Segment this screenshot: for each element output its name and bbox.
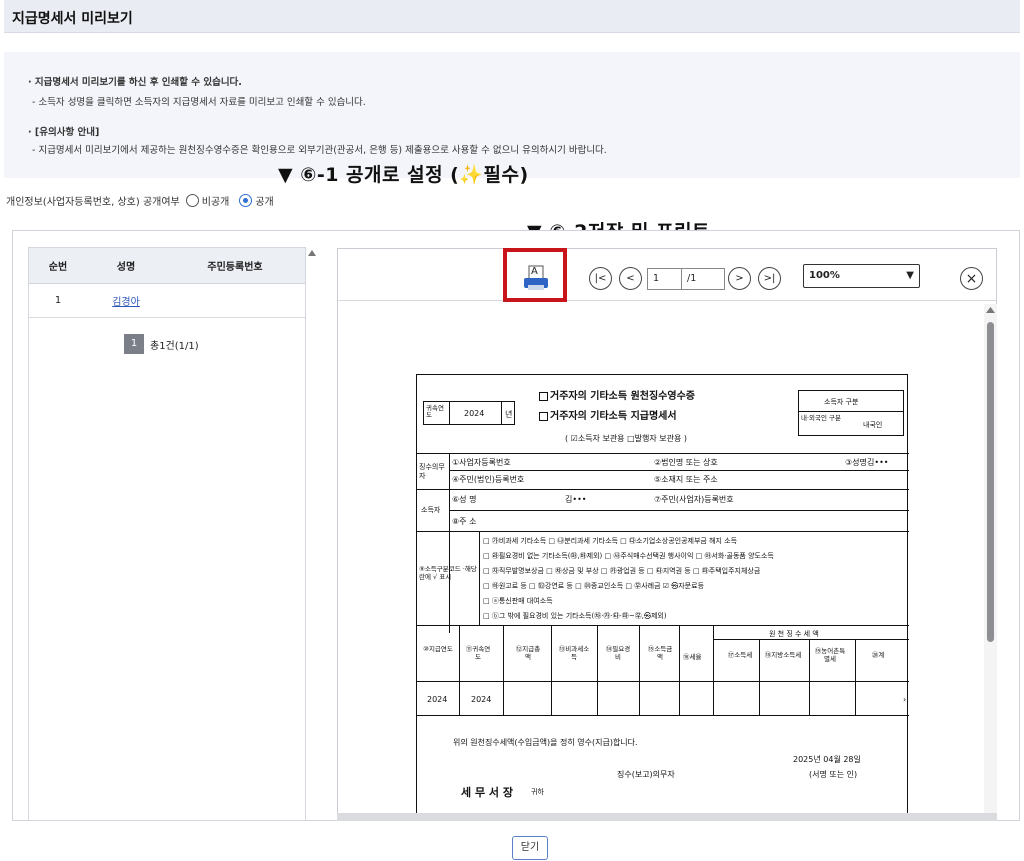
prev-page-button[interactable]: <	[619, 267, 642, 290]
page-input[interactable]: 1	[647, 268, 682, 290]
table-row[interactable]: 1 김경아	[29, 284, 305, 318]
form-title-2: 거주자의 기타소득 지급명세서	[550, 411, 677, 422]
col-header: ⑫지급총액	[515, 645, 541, 661]
close-viewer-button[interactable]: ×	[960, 267, 983, 290]
radio-private-label[interactable]: 비공개	[202, 193, 230, 208]
table-header: 순번 성명 주민등록번호	[29, 248, 305, 284]
cell-no: 1	[54, 295, 62, 306]
col-header: ⑩지급연도	[423, 645, 453, 653]
recipient-list: 순번 성명 주민등록번호 1 김경아 1 총1건(1/1)	[28, 247, 306, 821]
tax-office-suffix: 귀하	[531, 788, 544, 796]
recipient-name-link[interactable]: 김경아	[112, 293, 140, 308]
field-4: ④주민(법인)등록번호	[452, 475, 525, 484]
chevron-down-icon: ▼	[906, 270, 914, 281]
page-total: /1	[682, 268, 725, 290]
field-6-value: 김•••	[565, 495, 587, 504]
field-2: ②법인명 또는 상호	[654, 458, 718, 467]
tax-office: 세 무 서 장	[461, 786, 513, 799]
row-more-indicator: ›	[903, 695, 907, 704]
list-scrollbar[interactable]	[306, 247, 318, 821]
payer-label: 징수의무자	[419, 463, 445, 480]
col-header: ⑮소득금액	[647, 645, 673, 661]
notice-line-2: - 소득자 성명을 클릭하면 소득자의 지급명세서 자료를 미리보고 인쇄할 수…	[32, 97, 366, 108]
year-value: 2024	[464, 409, 485, 418]
viewer-bottom-edge	[337, 813, 997, 821]
withhold-header: 원 천 징 수 세 액	[769, 630, 819, 638]
page-title: 지급명세서 미리보기	[12, 11, 133, 27]
col-header: ⑲농어촌특별세	[814, 647, 846, 663]
radio-public[interactable]	[239, 194, 253, 207]
field-5: ⑤소재지 또는 주소	[654, 475, 718, 484]
field-3-value: 김•••	[867, 458, 889, 467]
radio-public-label[interactable]: 공개	[255, 193, 273, 208]
col-no: 순번	[48, 262, 68, 273]
payer-sign-label: 징수(보고)의무자	[617, 770, 675, 779]
recipient-section-label: 소득자	[421, 506, 441, 514]
income-kind-row: □ ㉮비과세 기타소득 □ ㉯분리과세 기타소득 □ ㉰소기업소상공인공제부금 …	[483, 537, 738, 545]
cell-rrn	[165, 284, 305, 317]
scroll-up-arrow-icon[interactable]	[308, 250, 316, 256]
col-header: ⑰소득세	[727, 651, 753, 659]
print-highlight-box	[503, 248, 567, 302]
income-kind-row: □ ㉶직무발명보상금 □ ㉷상금 및 부상 □ ㉸광업권 등 □ ㉹지역권 등 …	[483, 567, 761, 575]
close-button[interactable]: 닫기	[512, 836, 548, 860]
field-1: ①사업자등록번호	[452, 458, 511, 467]
income-kind-row: □ ㉻원고료 등 □ ㉼강연료 등 □ ㉽종교인소득 □ ㉾사례금 ☑ ㉿자문료…	[483, 582, 705, 590]
col-name: 성명	[116, 262, 136, 273]
income-kind-row: □ ⓑ그 밖에 필요경비 있는 기타소득(㉷·㉸·㉹·㉺~㉾,㉿제외)	[483, 612, 667, 620]
withholding-receipt-form: 거주자의 기타소득 원천징수영수증 거주자의 기타소득 지급명세서 ( ☑소득자…	[416, 374, 909, 821]
viewer-scrollbar[interactable]	[984, 304, 997, 821]
col-header: ⑬비과세소득	[558, 645, 590, 661]
title-bar: 지급명세서 미리보기	[4, 0, 1020, 33]
resident-label: 소득자 구분	[824, 398, 859, 406]
zoom-value: 100%	[809, 270, 840, 281]
page-number-button[interactable]: 1	[124, 334, 144, 354]
viewer-toolbar: A |< < 1 /1 > >| 100% ▼ ×	[338, 249, 996, 301]
notice-line-4: - 지급명세서 미리보기에서 제공하는 원천징수영수증은 확인용으로 외부기관(…	[32, 145, 607, 156]
col-header: ⑭필요경비	[605, 645, 631, 661]
zoom-select[interactable]: 100% ▼	[803, 264, 920, 288]
year-label: 귀속연도	[426, 404, 444, 419]
field-8: ⑧주 소	[452, 517, 477, 526]
form-title-1: 거주자의 기타소득 원천징수영수증	[550, 391, 695, 402]
next-page-button[interactable]: >	[728, 267, 751, 290]
first-page-button[interactable]: |<	[589, 267, 612, 290]
col-header: ⑯세율	[683, 653, 702, 661]
annotation-step-1: ▼ ⑥-1 공개로 설정 (✨필수)	[278, 164, 529, 186]
scrollbar-thumb[interactable]	[987, 322, 994, 642]
col-header: ⑱지방소득세	[764, 651, 802, 659]
sign-hint: (서명 또는 인)	[809, 770, 858, 779]
row-attr-year: 2024	[471, 695, 492, 704]
field-7: ⑦주민(사업자)등록번호	[654, 495, 734, 504]
notice-line-3: · [유의사항 안내]	[28, 127, 100, 138]
field-3: ③성명	[845, 458, 867, 467]
page-summary: 총1건(1/1)	[150, 340, 199, 352]
privacy-label: 개인정보(사업자등록번호, 상호) 공개여부	[6, 197, 180, 208]
last-page-button[interactable]: >|	[758, 267, 781, 290]
year-unit: 년	[505, 410, 513, 419]
col-header: ⑪귀속연도	[465, 645, 491, 661]
pagination: 1 총1건(1/1)	[124, 334, 199, 354]
income-kind-row: □ ⓐ통신판매 대여소득	[483, 597, 553, 605]
issue-date: 2025년 04월 28일	[793, 755, 861, 764]
notice-line-1: · 지급명세서 미리보기를 하신 후 인쇄할 수 있습니다.	[28, 77, 242, 88]
row-pay-year: 2024	[427, 695, 448, 704]
income-kind-row: □ ㉱필요경비 없는 기타소득(㉲,㉳제외) □ ㉴주식매수선택권 행사이익 □…	[483, 552, 774, 560]
receipt-statement: 위의 원천징수세액(수입금액)을 정히 영수(지급)합니다.	[453, 738, 638, 747]
privacy-setting: 개인정보(사업자등록번호, 상호) 공개여부 비공개 공개	[6, 193, 274, 208]
col-rrn: 주민등록번호	[207, 262, 263, 273]
copy-options: ( ☑소득자 보관용 □발행자 보관용 )	[565, 434, 688, 443]
income-kind-label: ⑨소득구분코드 ·해당란에 √ 표시	[419, 565, 477, 581]
resident-kind-label: 내·외국인 구분	[801, 414, 842, 422]
col-header: ⑳계	[871, 651, 885, 659]
field-6: ⑥성 명	[452, 495, 477, 504]
scroll-up-arrow-icon[interactable]	[986, 307, 995, 313]
resident-kind-value: 내국인	[863, 421, 883, 429]
radio-private[interactable]	[185, 194, 199, 207]
